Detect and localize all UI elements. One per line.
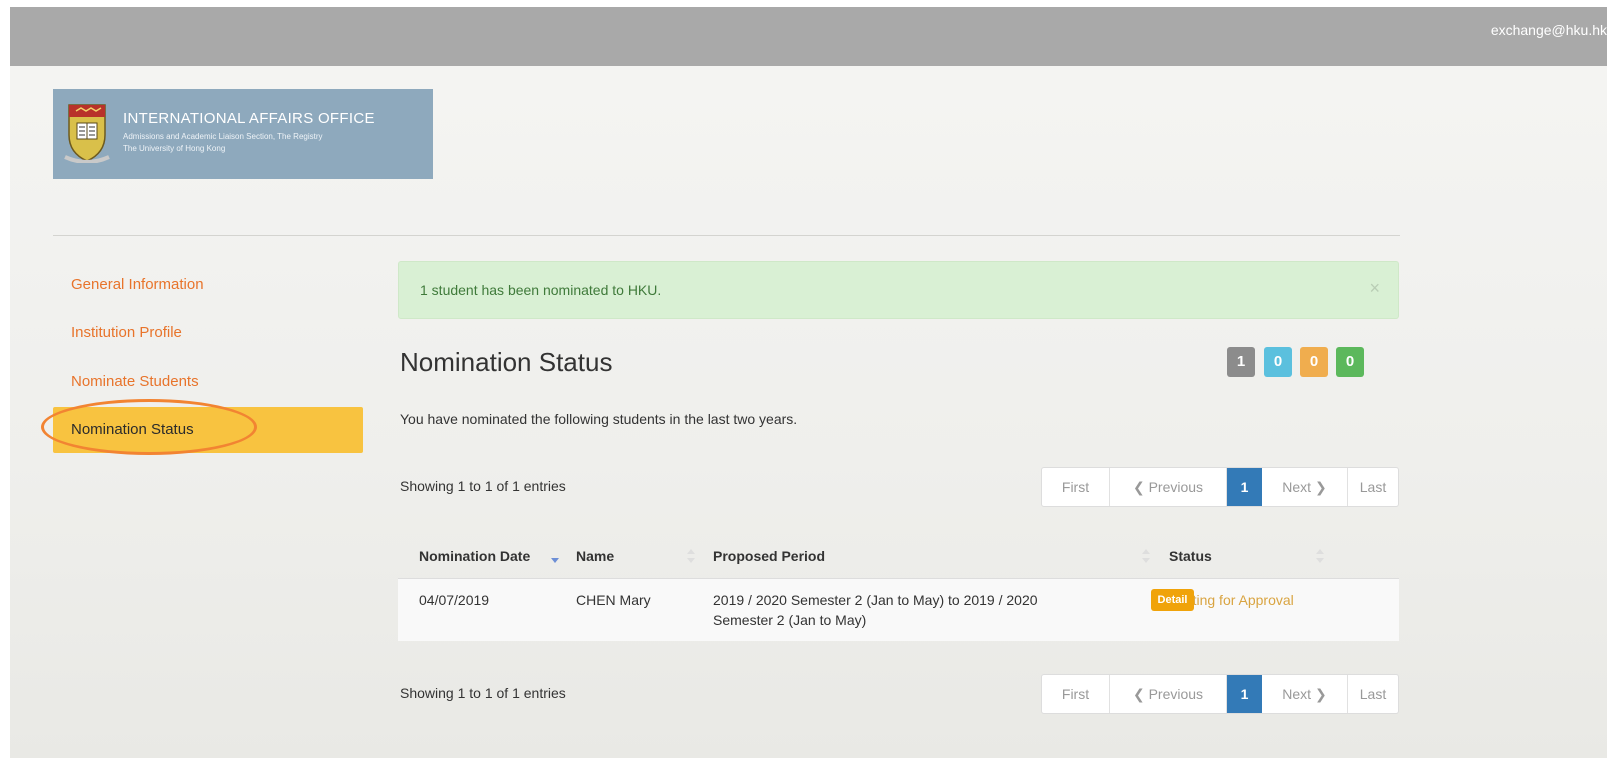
cell-nomination-date: 04/07/2019 [419,592,490,608]
logo-subtitle-university: The University of Hong Kong [123,144,226,153]
entries-info-bottom: Showing 1 to 1 of 1 entries [400,685,566,701]
sort-both-icon [687,549,695,563]
logo-title: INTERNATIONAL AFFAIRS OFFICE [123,110,375,127]
pagination-first-button[interactable]: First [1042,468,1110,506]
pagination-previous-button[interactable]: ❮ Previous [1110,675,1227,713]
col-header-status[interactable]: Status [1169,548,1212,564]
pagination-next-label: Next [1282,479,1312,495]
page-frame: exchange@hku.hk INTERNATIONAL AFFAIRS OF… [10,7,1607,758]
chevron-left-icon: ❮ [1132,686,1149,702]
cell-proposed-period: 2019 / 2020 Semester 2 (Jan to May) to 2… [713,590,1143,630]
pagination-previous-label: Previous [1148,686,1204,702]
logo-subtitle-section: Admissions and Academic Liaison Section,… [123,132,323,141]
col-header-name[interactable]: Name [576,548,614,564]
pagination-last-button[interactable]: Last [1348,468,1398,506]
iao-logo-banner[interactable]: INTERNATIONAL AFFAIRS OFFICE Admissions … [53,89,433,179]
period-line-2: Semester 2 (Jan to May) [713,612,867,628]
success-alert: 1 student has been nominated to HKU. × [398,261,1399,319]
sort-desc-icon [551,558,559,563]
pagination-page-1-button[interactable]: 1 [1227,468,1262,506]
pagination-previous-button[interactable]: ❮ Previous [1110,468,1227,506]
page-title: Nomination Status [400,347,613,377]
hku-crest-icon [64,104,110,163]
chevron-left-icon: ❮ [1132,479,1149,495]
cell-name: CHEN Mary [576,592,651,608]
pagination-bottom: First ❮ Previous 1 Next ❯ Last [1041,674,1399,714]
top-bar: exchange@hku.hk [10,7,1607,66]
pagination-next-button[interactable]: Next ❯ [1262,468,1348,506]
sidebar-item-general-information[interactable]: General Information [53,262,363,308]
count-badge-total: 1 [1227,347,1255,377]
alert-message: 1 student has been nominated to HKU. [420,282,662,298]
pagination-first-button[interactable]: First [1042,675,1110,713]
pagination-page-1-button[interactable]: 1 [1227,675,1262,713]
col-header-proposed-period[interactable]: Proposed Period [713,548,825,564]
table-header: Nomination Date Name Proposed Period Sta… [398,535,1399,579]
close-icon[interactable]: × [1369,278,1380,299]
table-row: 04/07/2019 CHEN Mary 2019 / 2020 Semeste… [398,579,1399,641]
sort-both-icon [1316,549,1324,563]
chevron-right-icon: ❯ [1311,479,1327,495]
pagination-top: First ❮ Previous 1 Next ❯ Last [1041,467,1399,507]
col-header-nomination-date[interactable]: Nomination Date [419,548,530,564]
pagination-next-label: Next [1282,686,1312,702]
pagination-last-button[interactable]: Last [1348,675,1398,713]
pagination-previous-label: Previous [1148,479,1204,495]
sidebar-item-institution-profile[interactable]: Institution Profile [53,310,363,356]
count-badge-pending: 0 [1300,347,1328,377]
count-badge-approved: 0 [1336,347,1364,377]
header-divider [53,235,1400,236]
chevron-right-icon: ❯ [1311,686,1327,702]
page-description: You have nominated the following student… [400,411,798,427]
count-badge-info: 0 [1264,347,1292,377]
entries-info-top: Showing 1 to 1 of 1 entries [400,478,566,494]
user-email-link[interactable]: exchange@hku.hk [1491,22,1607,38]
sidebar-item-nomination-status[interactable]: Nomination Status [53,407,363,453]
sidebar-item-nominate-students[interactable]: Nominate Students [53,359,363,405]
pagination-next-button[interactable]: Next ❯ [1262,675,1348,713]
detail-button[interactable]: Detail [1151,589,1194,611]
period-line-1: 2019 / 2020 Semester 2 (Jan to May) to 2… [713,592,1038,608]
sort-both-icon [1142,549,1150,563]
